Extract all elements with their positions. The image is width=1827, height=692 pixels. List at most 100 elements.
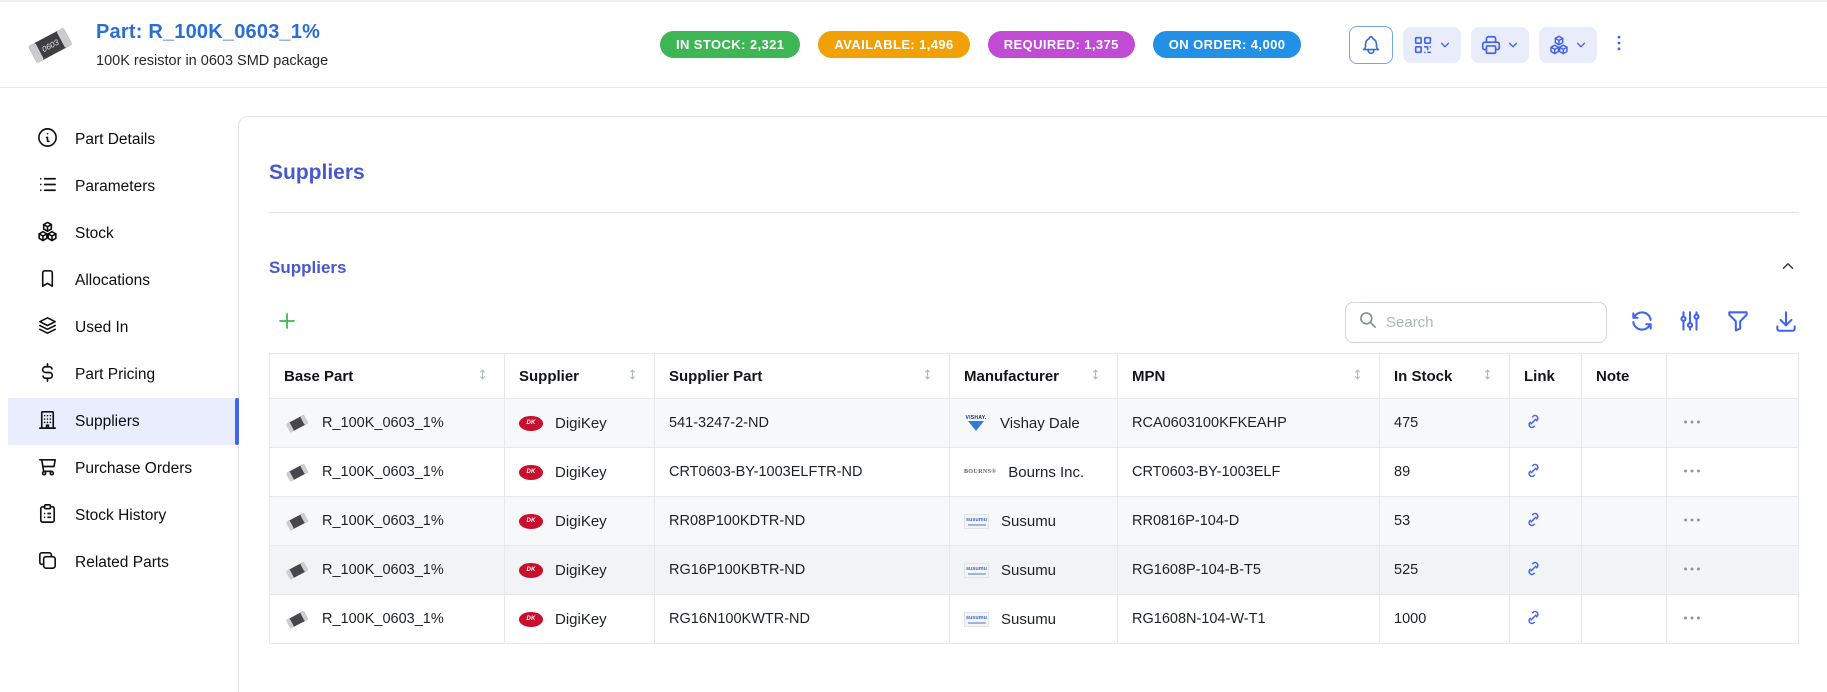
sort-icon[interactable]: [1480, 367, 1495, 386]
sidebar-item-used-in[interactable]: Used In: [8, 304, 238, 351]
part-thumbnail-image[interactable]: 0603: [24, 23, 76, 67]
adjustments-icon: [1677, 308, 1703, 337]
dots-horizontal-icon: [1681, 460, 1703, 485]
download-table-button[interactable]: [1773, 308, 1799, 337]
column-header-supplier[interactable]: Supplier: [505, 354, 655, 399]
part-description: 100K resistor in 0603 SMD package: [96, 53, 328, 69]
actions-cell: [1667, 399, 1799, 448]
column-header-supplier-part[interactable]: Supplier Part: [655, 354, 950, 399]
sidebar-item-purchase-orders[interactable]: Purchase Orders: [8, 445, 238, 492]
sidebar-item-suppliers[interactable]: Suppliers: [8, 398, 238, 445]
chevron-down-icon: [1438, 38, 1452, 52]
panel-page-title: Suppliers: [269, 161, 1799, 185]
note-cell: [1582, 448, 1667, 497]
search-input[interactable]: [1386, 314, 1594, 331]
supplier-part-row[interactable]: R_100K_0603_1% DKDigiKey CRT0603-BY-1003…: [270, 448, 1799, 497]
supplier-part-row[interactable]: R_100K_0603_1% DKDigiKey RR08P100KDTR-ND…: [270, 497, 1799, 546]
supplier-part-row[interactable]: R_100K_0603_1% DKDigiKey RG16P100KBTR-ND…: [270, 546, 1799, 595]
note-cell: [1582, 595, 1667, 644]
sort-icon[interactable]: [920, 367, 935, 386]
refresh-table-button[interactable]: [1629, 308, 1655, 337]
mpn-cell: RR0816P-104-D: [1118, 497, 1380, 546]
stock-status-badges: IN STOCK: 2,321AVAILABLE: 1,496REQUIRED:…: [660, 31, 1301, 58]
sort-icon[interactable]: [1088, 367, 1103, 386]
supplier-part-row[interactable]: R_100K_0603_1% DKDigiKey RG16N100KWTR-ND…: [270, 595, 1799, 644]
susumu-logo: susumu: [964, 612, 989, 627]
row-actions-button[interactable]: [1681, 558, 1703, 583]
part-thumbnail-icon: [284, 462, 310, 483]
supplier-link-button[interactable]: [1524, 510, 1543, 532]
sidebar-item-label: Suppliers: [75, 413, 140, 431]
collapse-section-button[interactable]: [1777, 255, 1799, 280]
table-header-row: Base Part Supplier Supplier Part Manufac…: [270, 354, 1799, 399]
sidebar-item-allocations[interactable]: Allocations: [8, 257, 238, 304]
supplier-link-button[interactable]: [1524, 608, 1543, 630]
base-part-cell: R_100K_0603_1%: [270, 497, 505, 546]
column-header-actions: [1667, 354, 1799, 399]
supplier-part-cell: CRT0603-BY-1003ELFTR-ND: [655, 448, 950, 497]
status-badge: IN STOCK: 2,321: [660, 31, 800, 58]
table-columns-button[interactable]: [1677, 308, 1703, 337]
notifications-button[interactable]: [1349, 26, 1393, 64]
sort-icon[interactable]: [1350, 367, 1365, 386]
sidebar-item-label: Parameters: [75, 178, 155, 196]
sidebar-item-label: Used In: [75, 319, 128, 337]
row-actions-button[interactable]: [1681, 509, 1703, 534]
dots-vertical-icon: [1609, 41, 1629, 56]
sort-icon[interactable]: [475, 367, 490, 386]
column-header-in-stock[interactable]: In Stock: [1380, 354, 1510, 399]
title-divider: [269, 212, 1799, 213]
sidebar-item-label: Purchase Orders: [75, 460, 192, 478]
link-icon: [1524, 608, 1543, 630]
barcode-actions-button[interactable]: [1403, 27, 1461, 63]
link-icon: [1524, 412, 1543, 434]
qrcode-icon: [1412, 34, 1434, 56]
row-actions-button[interactable]: [1681, 460, 1703, 485]
print-actions-button[interactable]: [1471, 27, 1529, 63]
link-cell: [1510, 448, 1582, 497]
printer-icon: [1480, 34, 1502, 56]
sidebar-item-related-parts[interactable]: Related Parts: [8, 539, 238, 586]
note-cell: [1582, 546, 1667, 595]
building-icon: [36, 408, 59, 436]
table-filter-button[interactable]: [1725, 308, 1751, 337]
sidebar-item-stock-history[interactable]: Stock History: [8, 492, 238, 539]
digikey-logo: DK: [519, 416, 543, 431]
supplier-link-button[interactable]: [1524, 461, 1543, 483]
chevron-down-icon: [1574, 38, 1588, 52]
chevron-down-icon: [1506, 38, 1520, 52]
in-stock-cell: 525: [1380, 546, 1510, 595]
sort-icon[interactable]: [625, 367, 640, 386]
vishay-logo: VISHAY.: [964, 415, 988, 431]
supplier-link-button[interactable]: [1524, 412, 1543, 434]
dots-horizontal-icon: [1681, 509, 1703, 534]
link-cell: [1510, 497, 1582, 546]
part-thumbnail-icon: [284, 609, 310, 630]
supplier-part-row[interactable]: R_100K_0603_1% DKDigiKey 541-3247-2-ND V…: [270, 399, 1799, 448]
table-search: [1345, 302, 1607, 343]
supplier-link-button[interactable]: [1524, 559, 1543, 581]
sidebar-item-part-details[interactable]: Part Details: [8, 116, 238, 163]
link-cell: [1510, 399, 1582, 448]
row-actions-button[interactable]: [1681, 411, 1703, 436]
refresh-icon: [1629, 308, 1655, 337]
supplier-parts-table: Base Part Supplier Supplier Part Manufac…: [269, 353, 1799, 644]
stock-actions-button[interactable]: [1539, 27, 1597, 63]
sidebar-item-parameters[interactable]: Parameters: [8, 163, 238, 210]
column-header-manufacturer[interactable]: Manufacturer: [950, 354, 1118, 399]
digikey-logo: DK: [519, 563, 543, 578]
sidebar-item-stock[interactable]: Stock: [8, 210, 238, 257]
stock-cubes-icon: [1548, 34, 1570, 56]
info-circle-icon: [36, 126, 59, 154]
digikey-logo: DK: [519, 514, 543, 529]
more-options-button[interactable]: [1607, 29, 1631, 60]
add-supplier-part-button[interactable]: [273, 307, 301, 338]
row-actions-button[interactable]: [1681, 607, 1703, 632]
in-stock-cell: 89: [1380, 448, 1510, 497]
column-header-base-part[interactable]: Base Part: [270, 354, 505, 399]
mpn-cell: RCA0603100KFKEAHP: [1118, 399, 1380, 448]
dots-horizontal-icon: [1681, 411, 1703, 436]
column-header-mpn[interactable]: MPN: [1118, 354, 1380, 399]
actions-cell: [1667, 497, 1799, 546]
sidebar-item-part-pricing[interactable]: Part Pricing: [8, 351, 238, 398]
